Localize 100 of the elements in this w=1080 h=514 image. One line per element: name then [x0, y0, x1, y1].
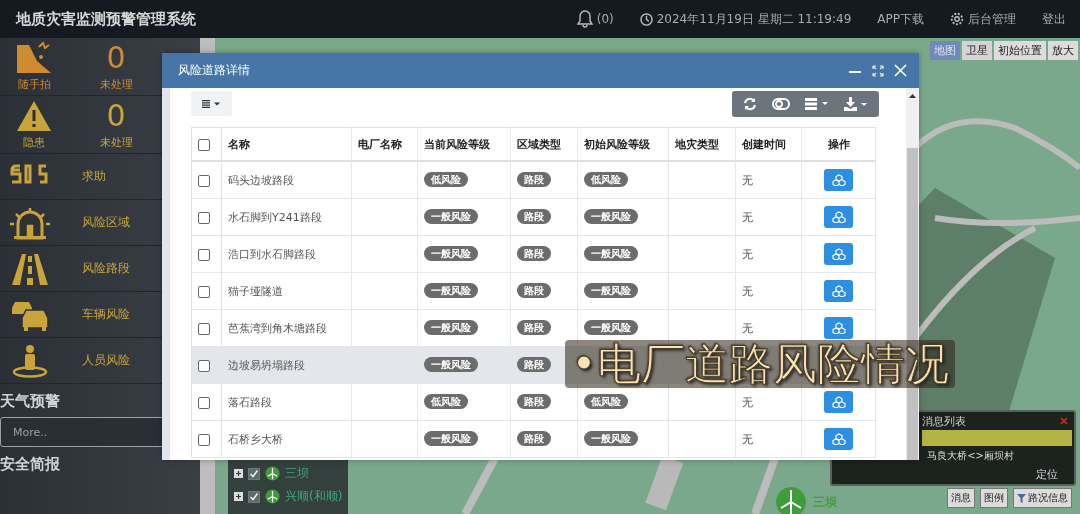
message-text: 马良大桥<>厢坝村 — [927, 449, 1014, 463]
panel-title: 消息列表 — [922, 413, 966, 429]
turbine-icon — [265, 489, 280, 504]
download-icon[interactable] — [843, 97, 868, 111]
row-checkbox[interactable] — [198, 211, 210, 224]
risk-badge: 一般风险 — [424, 357, 478, 372]
table-cell: 边坡易坍塌路段 — [221, 346, 352, 384]
weather-heading: 天气预警 — [0, 392, 61, 411]
risk-badge: 一般风险 — [424, 209, 478, 224]
column-header: 电厂名称 — [351, 127, 418, 161]
bell-icon — [576, 10, 593, 28]
risk-badge: 低风险 — [584, 172, 628, 187]
map-control-button[interactable]: 放大 — [1048, 41, 1078, 60]
locate-button[interactable] — [824, 169, 853, 191]
row-checkbox[interactable] — [198, 248, 210, 261]
map-mode-tab[interactable]: 卫星 — [962, 41, 992, 60]
locate-button[interactable] — [824, 317, 853, 339]
table-cell: 无 — [735, 198, 802, 236]
list-menu-button[interactable] — [191, 91, 232, 116]
briefing-heading: 安全简报 — [0, 455, 61, 474]
locate-button[interactable] — [824, 243, 853, 265]
risk-badge: 低风险 — [584, 394, 628, 409]
map-label: 三坝 — [813, 493, 837, 511]
column-header: 当前风险等级 — [417, 127, 511, 161]
refresh-icon[interactable] — [743, 97, 758, 111]
risk-badge: 一般风险 — [424, 246, 478, 261]
table-cell: 无 — [735, 235, 802, 273]
table-cell: 无 — [735, 420, 802, 458]
type-badge: 路段 — [517, 246, 551, 261]
layer-label[interactable]: 兴顺(和顺) — [285, 488, 343, 505]
row-checkbox[interactable] — [198, 322, 210, 335]
risk-badge: 一般风险 — [584, 246, 638, 261]
turbine-icon — [265, 466, 280, 481]
table-cell: 码头边坡路段 — [221, 161, 352, 199]
layer-label[interactable]: 三坝 — [285, 465, 309, 482]
table-cell: 无 — [735, 272, 802, 310]
type-badge: 路段 — [517, 209, 551, 224]
column-header: 名称 — [221, 127, 352, 161]
app-download-link[interactable]: APP下载 — [877, 10, 924, 28]
table-cell: 猫子垭隧道 — [221, 272, 352, 310]
type-badge: 路段 — [517, 283, 551, 298]
locate-button[interactable] — [824, 428, 853, 450]
table-cell: 石桥乡大桥 — [221, 420, 352, 458]
date-time: 2024年11月19日 星期二 11:19:49 — [639, 10, 852, 28]
settings-icon — [950, 12, 964, 26]
type-badge: 路段 — [517, 431, 551, 446]
toggle-icon[interactable] — [772, 98, 791, 110]
table-cell: 水石脚到Y241路段 — [221, 198, 352, 236]
traffic-info-button[interactable]: 路况信息 — [1013, 488, 1072, 508]
column-header: 区域类型 — [510, 127, 578, 161]
map-panel-button[interactable]: 消息 — [947, 488, 975, 508]
type-badge: 路段 — [517, 172, 551, 187]
type-badge: 路段 — [517, 394, 551, 409]
table-cell: 落石路段 — [221, 383, 352, 421]
row-checkbox[interactable] — [198, 285, 210, 298]
layer-checkbox[interactable] — [248, 467, 260, 480]
risk-badge: 一般风险 — [424, 283, 478, 298]
notifications-button[interactable]: (0) — [576, 10, 614, 28]
app-title: 地质灾害监测预警管理系统 — [16, 9, 196, 29]
type-badge: 路段 — [517, 357, 551, 372]
risk-badge: 一般风险 — [584, 209, 638, 224]
scroll-up-icon[interactable] — [909, 94, 916, 98]
layer-checkbox[interactable] — [248, 490, 260, 503]
table-cell: 浩口到水石脚路段 — [221, 235, 352, 273]
row-checkbox[interactable] — [198, 174, 210, 187]
turbine-icon — [775, 486, 807, 514]
filter-icon — [1017, 493, 1026, 503]
expand-icon[interactable] — [234, 492, 243, 501]
row-checkbox[interactable] — [198, 359, 210, 372]
row-checkbox[interactable] — [198, 396, 210, 409]
risk-badge: 一般风险 — [424, 320, 478, 335]
column-header: 初始风险等级 — [577, 127, 669, 161]
row-checkbox[interactable] — [198, 433, 210, 446]
admin-link[interactable]: 后台管理 — [950, 10, 1016, 28]
columns-icon[interactable] — [804, 98, 829, 110]
select-all-checkbox[interactable] — [198, 138, 210, 151]
map-control-button[interactable]: 初始位置 — [994, 41, 1046, 60]
column-header: 操作 — [801, 127, 876, 161]
risk-badge: 一般风险 — [424, 431, 478, 446]
close-icon[interactable] — [1060, 417, 1068, 425]
list-icon — [201, 99, 222, 108]
expand-icon[interactable] — [234, 469, 243, 478]
logout-link[interactable]: 登出 — [1042, 10, 1066, 28]
locate-button[interactable] — [824, 280, 853, 302]
risk-badge: 低风险 — [424, 394, 468, 409]
maximize-icon[interactable] — [872, 64, 884, 77]
risk-badge: 一般风险 — [584, 431, 638, 446]
locate-button[interactable] — [824, 206, 853, 228]
locate-button[interactable] — [824, 391, 853, 413]
type-badge: 路段 — [517, 320, 551, 335]
map-panel-button[interactable]: 图例 — [980, 488, 1008, 508]
table-cell: 芭蕉湾到角木塘路段 — [221, 309, 352, 347]
risk-badge: 低风险 — [424, 172, 468, 187]
locate-button[interactable]: 定位 — [1036, 467, 1058, 482]
column-header: 创建时间 — [735, 127, 802, 161]
risk-badge: 一般风险 — [584, 320, 638, 335]
sidebar-item[interactable]: 风险路段 — [0, 246, 200, 292]
table-cell: 无 — [735, 161, 802, 199]
beacon-icon — [8, 205, 52, 240]
column-header: 地灾类型 — [668, 127, 736, 161]
